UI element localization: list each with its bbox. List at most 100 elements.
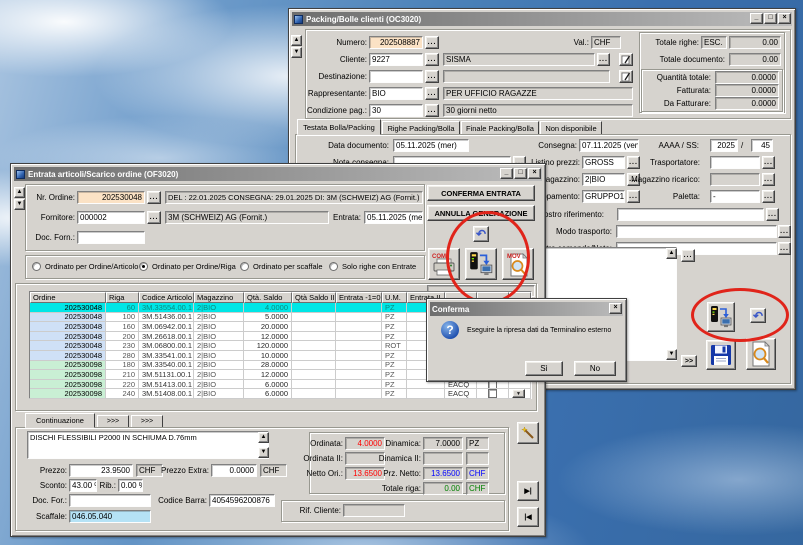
- tab-continuazione[interactable]: Continuazione: [25, 413, 95, 428]
- cliente-name-lookup-button[interactable]: ...: [597, 53, 610, 66]
- magazzino-ricarico-lookup-button[interactable]: ...: [762, 173, 775, 186]
- rappresentante-lookup-button[interactable]: ...: [425, 87, 439, 100]
- wand-button[interactable]: [517, 422, 539, 444]
- listino-prezzi-field[interactable]: GROSS: [582, 156, 625, 169]
- note-expand-button[interactable]: >>: [681, 355, 697, 367]
- doc-for-field[interactable]: [69, 494, 151, 507]
- description-scroll-up-button[interactable]: ▲: [258, 432, 269, 443]
- restore-button[interactable]: □: [514, 168, 527, 179]
- column-header[interactable]: Ordine: [30, 292, 106, 303]
- condizione-pag-lookup-button[interactable]: ...: [425, 104, 439, 117]
- cliente-edit-button[interactable]: [619, 53, 633, 66]
- vostro-riferimento-field[interactable]: [617, 208, 764, 221]
- cell-dropdown-button[interactable]: ▼: [512, 389, 525, 398]
- table-row[interactable]: 2025300982403M.51408.00.12|BIO6.0000PZEA…: [30, 389, 531, 399]
- destinazione-code-field[interactable]: [369, 70, 423, 83]
- table-cell: 230: [106, 341, 139, 351]
- radio-ordinato-scaffale[interactable]: Ordinato per scaffale: [240, 262, 323, 271]
- vostro-riferimento-lookup-button[interactable]: ...: [766, 208, 779, 221]
- conferma-entrata-button[interactable]: CONFERMA ENTRATA: [427, 185, 535, 201]
- ss-field[interactable]: 45: [751, 139, 773, 152]
- column-header[interactable]: Qtà Saldo II: [292, 292, 336, 303]
- save-button[interactable]: [706, 340, 736, 370]
- tab-non-disponibile[interactable]: Non disponibile: [540, 121, 602, 135]
- paletta-field[interactable]: -: [710, 190, 760, 203]
- nr-ordine-lookup-button[interactable]: ...: [147, 191, 161, 204]
- minimize-button[interactable]: _: [750, 13, 763, 24]
- description-box[interactable]: DISCHI FLESSIBILI P2000 IN SCHIUMA D.76m…: [27, 431, 269, 459]
- no-button[interactable]: No: [574, 361, 616, 376]
- dialog-title-bar[interactable]: Conferma: [430, 302, 623, 316]
- fornitore-lookup-button[interactable]: ...: [147, 211, 161, 224]
- consegna-field[interactable]: 07.11.2025 (ven): [579, 139, 639, 152]
- sconto-field[interactable]: 43.00 %: [69, 479, 97, 492]
- radio-ordinato-ordine-articolo[interactable]: Ordinato per Ordine/Articolo: [32, 262, 138, 271]
- close-button[interactable]: ×: [528, 168, 541, 179]
- column-header[interactable]: Qtà. Saldo: [244, 292, 292, 303]
- cliente-code-field[interactable]: 9227: [369, 53, 423, 66]
- totale-documento-field: 0.00: [729, 53, 781, 66]
- condizione-pag-label: Condizione pag.:: [309, 104, 367, 117]
- destinazione-edit-button[interactable]: [619, 70, 633, 83]
- row-checkbox[interactable]: [488, 389, 497, 398]
- tab-testata-bolla-packing[interactable]: Testata Bolla/Packing: [297, 119, 381, 135]
- trasportatore-field[interactable]: [710, 156, 760, 169]
- prev-record-button[interactable]: |◀: [517, 507, 539, 527]
- condizione-pag-code-field[interactable]: 30: [369, 104, 423, 117]
- radio-solo-righe-entrate[interactable]: Solo righe con Entrate: [329, 262, 416, 271]
- trasportatore-lookup-button[interactable]: ...: [762, 156, 775, 169]
- raggruppamento-field[interactable]: GRUPPO1: [582, 190, 625, 203]
- title-bar[interactable]: Packing/Bolle clienti (OC3020): [292, 12, 792, 26]
- table-cell: PZ: [382, 389, 407, 399]
- prezzo-field[interactable]: 23.9500: [69, 464, 133, 477]
- modo-trasporto-lookup-button[interactable]: ...: [778, 225, 791, 238]
- restore-button[interactable]: □: [764, 13, 777, 24]
- aaaa-field[interactable]: 2025: [710, 139, 738, 152]
- vostra-comanda-lookup-button[interactable]: ...: [778, 242, 791, 255]
- yes-button[interactable]: Sì: [525, 361, 563, 376]
- record-up-button[interactable]: ▲: [14, 187, 25, 198]
- codice-barra-field[interactable]: 4054596200876: [209, 494, 275, 507]
- table-cell: 240: [106, 389, 139, 399]
- column-header[interactable]: Codice Articolo: [139, 292, 194, 303]
- column-header[interactable]: U.M.: [382, 292, 407, 303]
- column-header[interactable]: Entrata -1=0: [336, 292, 382, 303]
- close-button[interactable]: ×: [778, 13, 791, 24]
- modo-trasporto-field[interactable]: [616, 225, 777, 238]
- data-documento-field[interactable]: 05.11.2025 (mer): [393, 139, 469, 152]
- column-header[interactable]: Magazzino: [194, 292, 244, 303]
- tab-righe-packing-bolla[interactable]: Righe Packing/Bolla: [382, 121, 460, 135]
- entrata-field[interactable]: 05.11.2025 (mer): [364, 211, 423, 224]
- tab-finale-packing-bolla[interactable]: Finale Packing/Bolla: [461, 121, 539, 135]
- minimize-button[interactable]: _: [500, 168, 513, 179]
- note-scroll-down-button[interactable]: ▼: [666, 349, 677, 360]
- radio-ordinato-ordine-riga[interactable]: Ordinato per Ordine/Riga: [139, 262, 236, 271]
- aaaa-ss-separator: /: [741, 139, 747, 152]
- destinazione-lookup-button[interactable]: ...: [425, 70, 439, 83]
- aaaa-ss-label: AAAA / SS:: [649, 139, 699, 152]
- note-lookup-button[interactable]: ...: [681, 249, 695, 262]
- nr-ordine-field[interactable]: 202530048: [77, 191, 145, 204]
- close-icon[interactable]: ×: [609, 303, 622, 314]
- doc-forn-field[interactable]: [77, 231, 145, 244]
- next-record-button[interactable]: ▶|: [517, 481, 539, 501]
- rib-field[interactable]: 0.00 %: [118, 479, 143, 492]
- numero-field[interactable]: 202508887: [369, 36, 423, 49]
- numero-lookup-button[interactable]: ...: [425, 36, 439, 49]
- note-scroll-up-button[interactable]: ▲: [666, 248, 677, 259]
- magazzino-field[interactable]: 2|BIO: [582, 173, 625, 186]
- rappresentante-code-field[interactable]: BIO: [369, 87, 423, 100]
- record-up-button[interactable]: ▲: [291, 35, 302, 46]
- raggruppamento-lookup-button[interactable]: ...: [627, 190, 640, 203]
- column-header[interactable]: Riga: [106, 292, 139, 303]
- scaffale-field[interactable]: 046.05.040: [69, 510, 151, 523]
- record-down-button[interactable]: ▼: [14, 199, 25, 210]
- record-down-button[interactable]: ▼: [291, 47, 302, 58]
- fornitore-code-field[interactable]: 000002: [77, 211, 145, 224]
- description-scroll-down-button[interactable]: ▼: [258, 447, 269, 458]
- paletta-lookup-button[interactable]: ...: [762, 190, 775, 203]
- cliente-lookup-button[interactable]: ...: [425, 53, 439, 66]
- prezzo-extra-field[interactable]: 0.0000: [211, 464, 257, 477]
- title-bar[interactable]: Entrata articoli/Scarico ordine (OF3020): [14, 167, 542, 181]
- print-preview-button[interactable]: [746, 338, 776, 370]
